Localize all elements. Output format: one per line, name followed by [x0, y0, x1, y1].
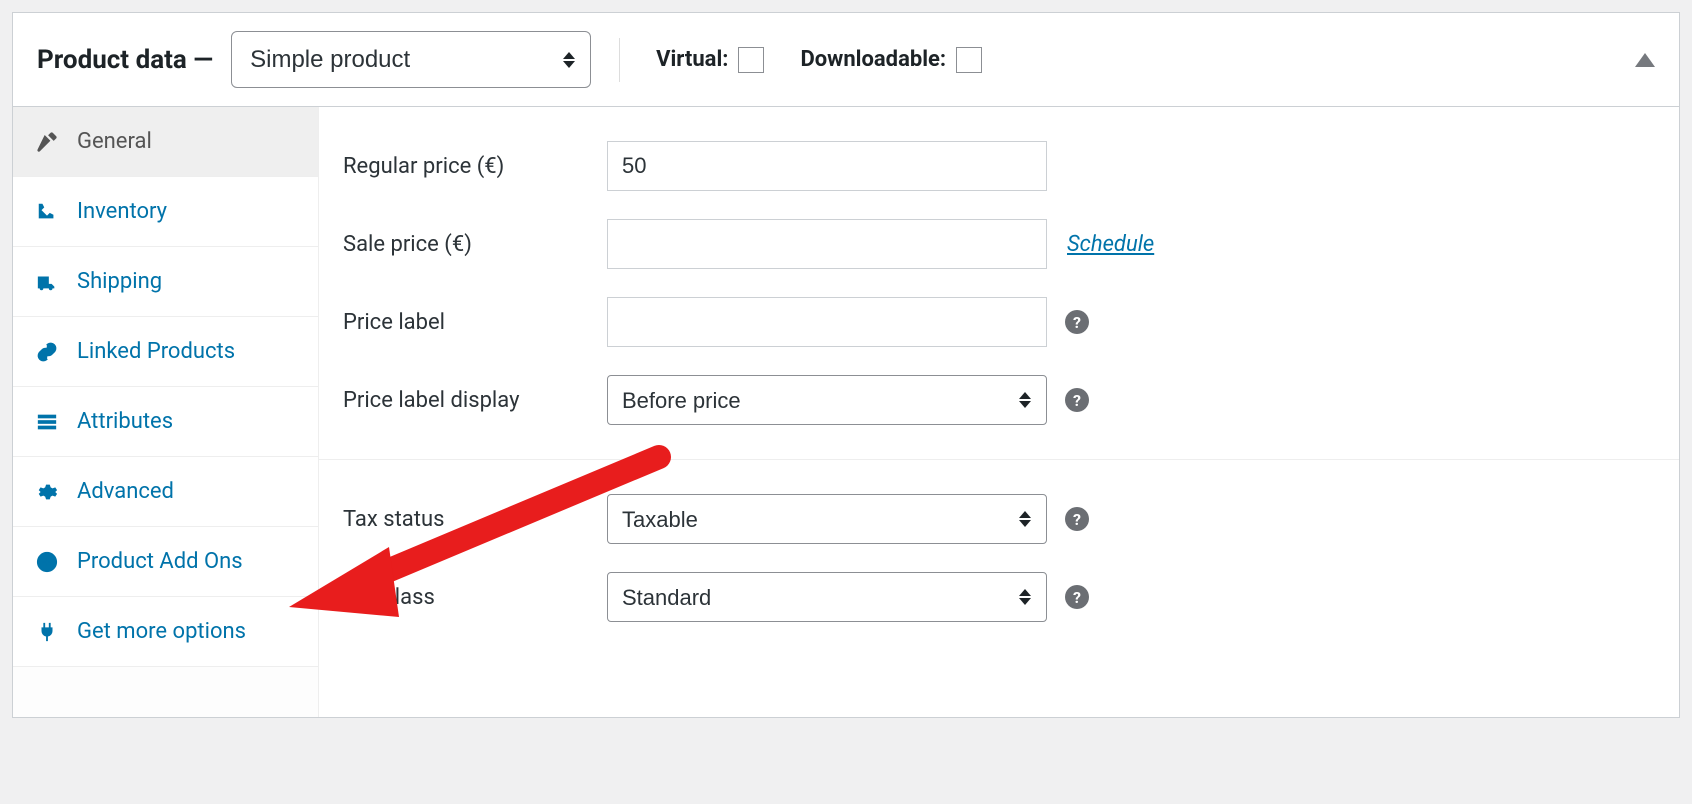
- sale-price-input[interactable]: [607, 219, 1047, 269]
- panel-header: Product data — Simple product Virtual: D…: [13, 13, 1679, 107]
- price-label-display-label: Price label display: [343, 388, 607, 413]
- tab-addons-label: Product Add Ons: [77, 549, 243, 574]
- price-label-display-select-wrap: Before price: [607, 375, 1047, 425]
- product-data-panel: Product data — Simple product Virtual: D…: [12, 12, 1680, 718]
- regular-price-row: Regular price (€): [319, 127, 1679, 205]
- tax-status-select-wrap: Taxable: [607, 494, 1047, 544]
- tax-class-label: Tax class: [343, 585, 607, 610]
- content-area: Regular price (€) Sale price (€) Schedul…: [319, 107, 1679, 717]
- price-label-label: Price label: [343, 310, 607, 335]
- price-label-display-select[interactable]: Before price: [607, 375, 1047, 425]
- product-type-select-wrap: Simple product: [231, 31, 591, 88]
- inventory-icon: [35, 200, 59, 224]
- tax-class-select-wrap: Standard: [607, 572, 1047, 622]
- panel-title: Product data —: [37, 45, 213, 75]
- help-icon[interactable]: ?: [1065, 585, 1089, 609]
- sale-price-label: Sale price (€): [343, 232, 607, 257]
- price-label-row: Price label ?: [319, 283, 1679, 361]
- tab-advanced[interactable]: Advanced: [13, 457, 318, 527]
- help-icon[interactable]: ?: [1065, 388, 1089, 412]
- help-icon[interactable]: ?: [1065, 507, 1089, 531]
- tab-get-more[interactable]: Get more options: [13, 597, 318, 667]
- triangle-up-icon: [1635, 53, 1655, 67]
- tax-status-row: Tax status Taxable ?: [319, 480, 1679, 558]
- tab-attributes[interactable]: Attributes: [13, 387, 318, 457]
- product-type-select[interactable]: Simple product: [231, 31, 591, 88]
- tab-general-label: General: [77, 129, 152, 154]
- tab-inventory-label: Inventory: [77, 199, 167, 224]
- link-icon: [35, 340, 59, 364]
- tabs-sidebar: General Inventory Shipping Linked Produc…: [13, 107, 319, 717]
- tax-class-select[interactable]: Standard: [607, 572, 1047, 622]
- downloadable-label: Downloadable:: [800, 47, 946, 72]
- virtual-checkbox-wrap[interactable]: Virtual:: [656, 47, 764, 73]
- truck-icon: [35, 270, 59, 294]
- price-label-input[interactable]: [607, 297, 1047, 347]
- tab-more-label: Get more options: [77, 619, 246, 644]
- collapse-toggle[interactable]: [1635, 53, 1655, 67]
- tab-product-addons[interactable]: Product Add Ons: [13, 527, 318, 597]
- help-icon[interactable]: ?: [1065, 310, 1089, 334]
- plug-icon: [35, 620, 59, 644]
- virtual-checkbox[interactable]: [738, 47, 764, 73]
- tax-status-select[interactable]: Taxable: [607, 494, 1047, 544]
- virtual-label: Virtual:: [656, 47, 728, 72]
- tab-general[interactable]: General: [13, 107, 318, 177]
- downloadable-checkbox[interactable]: [956, 47, 982, 73]
- list-icon: [35, 410, 59, 434]
- pricing-section: Regular price (€) Sale price (€) Schedul…: [319, 107, 1679, 460]
- downloadable-checkbox-wrap[interactable]: Downloadable:: [800, 47, 982, 73]
- wrench-icon: [35, 130, 59, 154]
- regular-price-input[interactable]: [607, 141, 1047, 191]
- tab-inventory[interactable]: Inventory: [13, 177, 318, 247]
- regular-price-label: Regular price (€): [343, 154, 607, 179]
- gear-icon: [35, 480, 59, 504]
- tab-shipping[interactable]: Shipping: [13, 247, 318, 317]
- tab-advanced-label: Advanced: [77, 479, 174, 504]
- header-divider: [619, 38, 620, 82]
- plus-circle-icon: [35, 550, 59, 574]
- tab-shipping-label: Shipping: [77, 269, 162, 294]
- tax-status-label: Tax status: [343, 507, 607, 532]
- price-label-display-row: Price label display Before price ?: [319, 361, 1679, 439]
- tab-attributes-label: Attributes: [77, 409, 173, 434]
- sale-price-row: Sale price (€) Schedule: [319, 205, 1679, 283]
- tab-linked-label: Linked Products: [77, 339, 235, 364]
- panel-body: General Inventory Shipping Linked Produc…: [13, 107, 1679, 717]
- tab-linked-products[interactable]: Linked Products: [13, 317, 318, 387]
- tax-section: Tax status Taxable ? Tax class Standard: [319, 460, 1679, 656]
- tax-class-row: Tax class Standard ?: [319, 558, 1679, 636]
- schedule-link[interactable]: Schedule: [1067, 232, 1154, 257]
- header-checkboxes: Virtual: Downloadable:: [656, 47, 982, 73]
